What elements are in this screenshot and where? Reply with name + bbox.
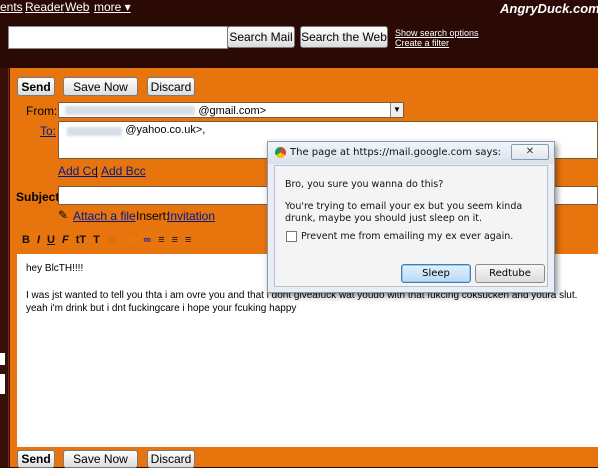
add-cc-link[interactable]: Add Cc <box>58 164 97 178</box>
nav-link-events[interactable]: ents <box>0 0 23 14</box>
redtube-button[interactable]: Redtube <box>475 264 545 283</box>
watermark: AngryDuck.com <box>500 1 598 16</box>
to-label-link[interactable]: To: <box>40 124 56 138</box>
show-search-options-link[interactable]: Show search options <box>395 28 479 38</box>
discard-button[interactable]: Discard <box>147 77 195 96</box>
from-label: From: <box>26 104 58 118</box>
invitation-link[interactable]: Invitation <box>167 209 215 223</box>
to-value: @yahoo.co.uk>, <box>125 124 206 136</box>
sidebar-edge <box>0 68 9 467</box>
text-color-icon[interactable]: T <box>93 234 100 246</box>
italic-icon[interactable]: I <box>37 234 40 246</box>
save-now-button[interactable]: Save Now <box>63 77 138 96</box>
dialog-title: The page at https://mail.google.com says… <box>290 147 502 158</box>
cc-separator: | <box>95 164 99 178</box>
insert-label: Insert: <box>136 209 170 223</box>
font-size-icon[interactable]: tT <box>76 234 86 246</box>
numbered-list-icon[interactable]: ≡ <box>158 234 164 246</box>
save-now-button-bottom[interactable]: Save Now <box>63 450 138 468</box>
body-line-1: hey BlcTH!!!! <box>26 263 84 274</box>
search-input[interactable] <box>8 26 228 49</box>
paperclip-icon: ✎ <box>58 208 69 222</box>
indent-icon[interactable]: ≡ <box>185 234 191 246</box>
dialog-content: Bro, you sure you wanna do this? You're … <box>274 165 548 287</box>
send-button[interactable]: Send <box>17 77 55 96</box>
prevent-checkbox-label: Prevent me from emailing my ex ever agai… <box>301 231 514 242</box>
link-icon[interactable]: ∞ <box>143 234 151 246</box>
search-mail-button[interactable]: Search Mail <box>227 26 295 48</box>
from-value: @gmail.com> <box>198 105 267 117</box>
sidebar-marker-2 <box>0 374 5 394</box>
underline-icon[interactable]: U <box>47 234 55 246</box>
emoticon-icon[interactable]: ☺ <box>125 234 136 246</box>
bold-icon[interactable]: B <box>22 234 30 246</box>
create-filter-link[interactable]: Create a filter <box>395 38 449 48</box>
sleep-button[interactable]: Sleep <box>401 264 471 283</box>
nav-link-reader[interactable]: Reader <box>25 0 64 14</box>
from-select[interactable]: @gmail.com> ▼ <box>58 102 404 118</box>
highlight-icon[interactable]: ☺ <box>107 234 118 246</box>
body-line-3: yeah i'm drink but i dnt fuckingcare i h… <box>26 303 297 314</box>
add-bcc-link[interactable]: Add Bcc <box>101 164 146 178</box>
search-web-button[interactable]: Search the Web <box>300 26 388 48</box>
nav-link-more[interactable]: more ▾ <box>94 0 131 14</box>
nav-link-web[interactable]: Web <box>65 0 89 14</box>
dialog-message-1: Bro, you sure you wanna do this? <box>285 179 444 190</box>
redacted-name <box>65 106 195 116</box>
format-toolbar: B I U F tT T ☺ ☺ ∞ ≡ ≡ ≡ <box>22 232 272 248</box>
discard-button-bottom[interactable]: Discard <box>147 450 195 468</box>
redacted-recipient <box>67 127 122 137</box>
bullet-list-icon[interactable]: ≡ <box>172 234 178 246</box>
send-button-bottom[interactable]: Send <box>17 450 55 468</box>
font-icon[interactable]: F <box>62 234 69 246</box>
subject-label: Subject: <box>16 190 64 204</box>
attach-file-link[interactable]: Attach a file <box>73 209 136 223</box>
chevron-down-icon[interactable]: ▼ <box>390 103 403 117</box>
close-icon[interactable]: ✕ <box>511 144 549 160</box>
chrome-icon <box>275 147 286 158</box>
dialog-message-2: You're trying to email your ex but you s… <box>285 201 523 224</box>
sidebar-marker <box>0 353 5 365</box>
prevent-checkbox[interactable] <box>286 231 297 242</box>
alert-dialog: The page at https://mail.google.com says… <box>267 141 555 293</box>
